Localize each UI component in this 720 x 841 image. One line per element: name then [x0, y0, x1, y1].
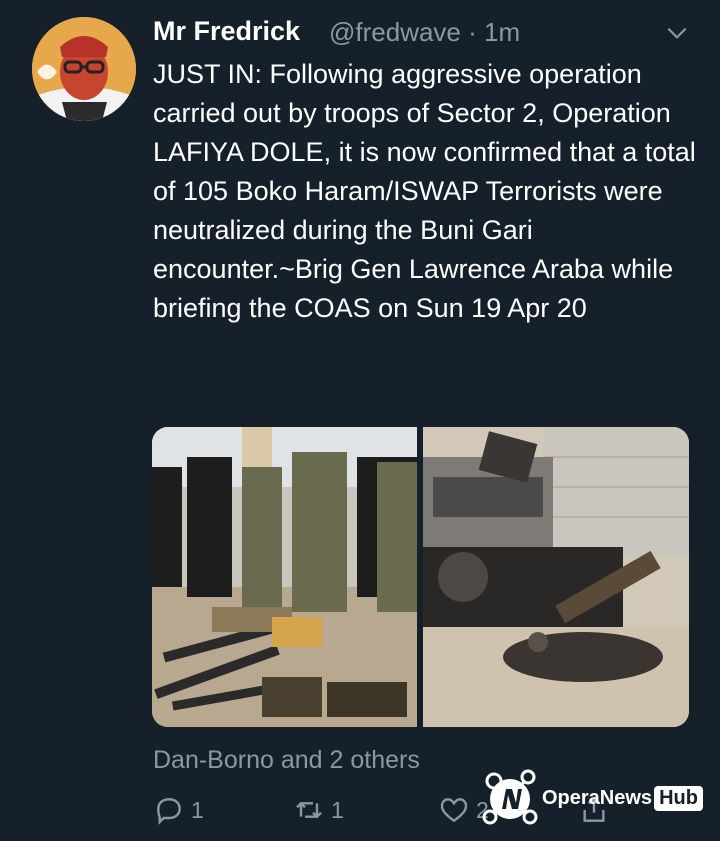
reply-icon [157, 798, 181, 825]
reply-count: 1 [191, 796, 204, 823]
avatar-image [32, 17, 136, 121]
retweet-icon [296, 801, 322, 819]
retweet-count: 1 [331, 796, 344, 823]
reply-button[interactable]: 1 [153, 792, 204, 828]
author-name[interactable]: Mr Fredrick [153, 16, 300, 47]
liked-by[interactable]: Dan-Borno and 2 others [153, 746, 420, 775]
tweet-media[interactable] [152, 427, 689, 727]
operanews-logo-icon [480, 767, 540, 829]
watermark-brand: OperaNews [542, 786, 653, 809]
operanews-watermark: OperaNews Hub [480, 765, 710, 831]
tweet-header: Mr Fredrick @fredwave · 1m [153, 12, 700, 52]
watermark-hub: Hub [654, 785, 703, 811]
chevron-down-icon[interactable] [664, 20, 690, 46]
author-handle-time[interactable]: @fredwave · 1m [329, 17, 520, 48]
retweet-button[interactable]: 1 [293, 792, 344, 828]
photo-troops[interactable] [152, 427, 417, 727]
heart-icon [440, 798, 468, 823]
tweet-text: JUST IN: Following aggressive operation … [153, 59, 696, 323]
photo-burnt-vehicle[interactable] [423, 427, 689, 727]
avatar[interactable] [32, 17, 136, 121]
